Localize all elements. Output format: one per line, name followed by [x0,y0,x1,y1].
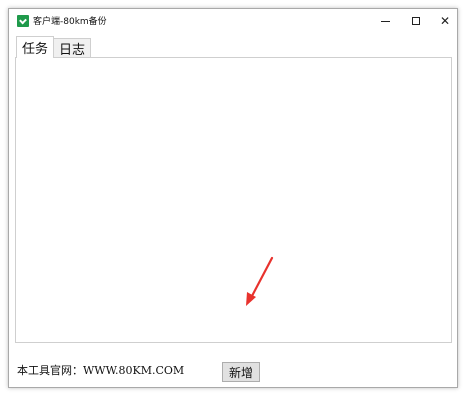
title-bar[interactable]: 客户端-80km备份 ✕ [9,9,457,33]
tab-content-panel: 新增 [15,57,452,382]
app-window: 客户端-80km备份 ✕ 任务 日志 新增 本工具官网：WWW.80KM.COM [8,8,458,388]
minimize-icon [380,20,390,22]
tab-log[interactable]: 日志 [54,38,92,58]
close-button[interactable]: ✕ [430,9,460,33]
close-icon: ✕ [439,14,451,28]
maximize-icon [412,17,420,25]
tab-tasks[interactable]: 任务 [16,36,55,58]
minimize-button[interactable] [370,9,400,33]
maximize-button[interactable] [401,9,431,33]
app-logo-icon [17,15,29,27]
add-button[interactable]: 新增 [222,362,260,382]
website-footer-text: 本工具官网：WWW.80KM.COM [17,364,185,377]
tab-bar: 任务 日志 [16,36,92,58]
window-title: 客户端-80km备份 [33,17,107,27]
